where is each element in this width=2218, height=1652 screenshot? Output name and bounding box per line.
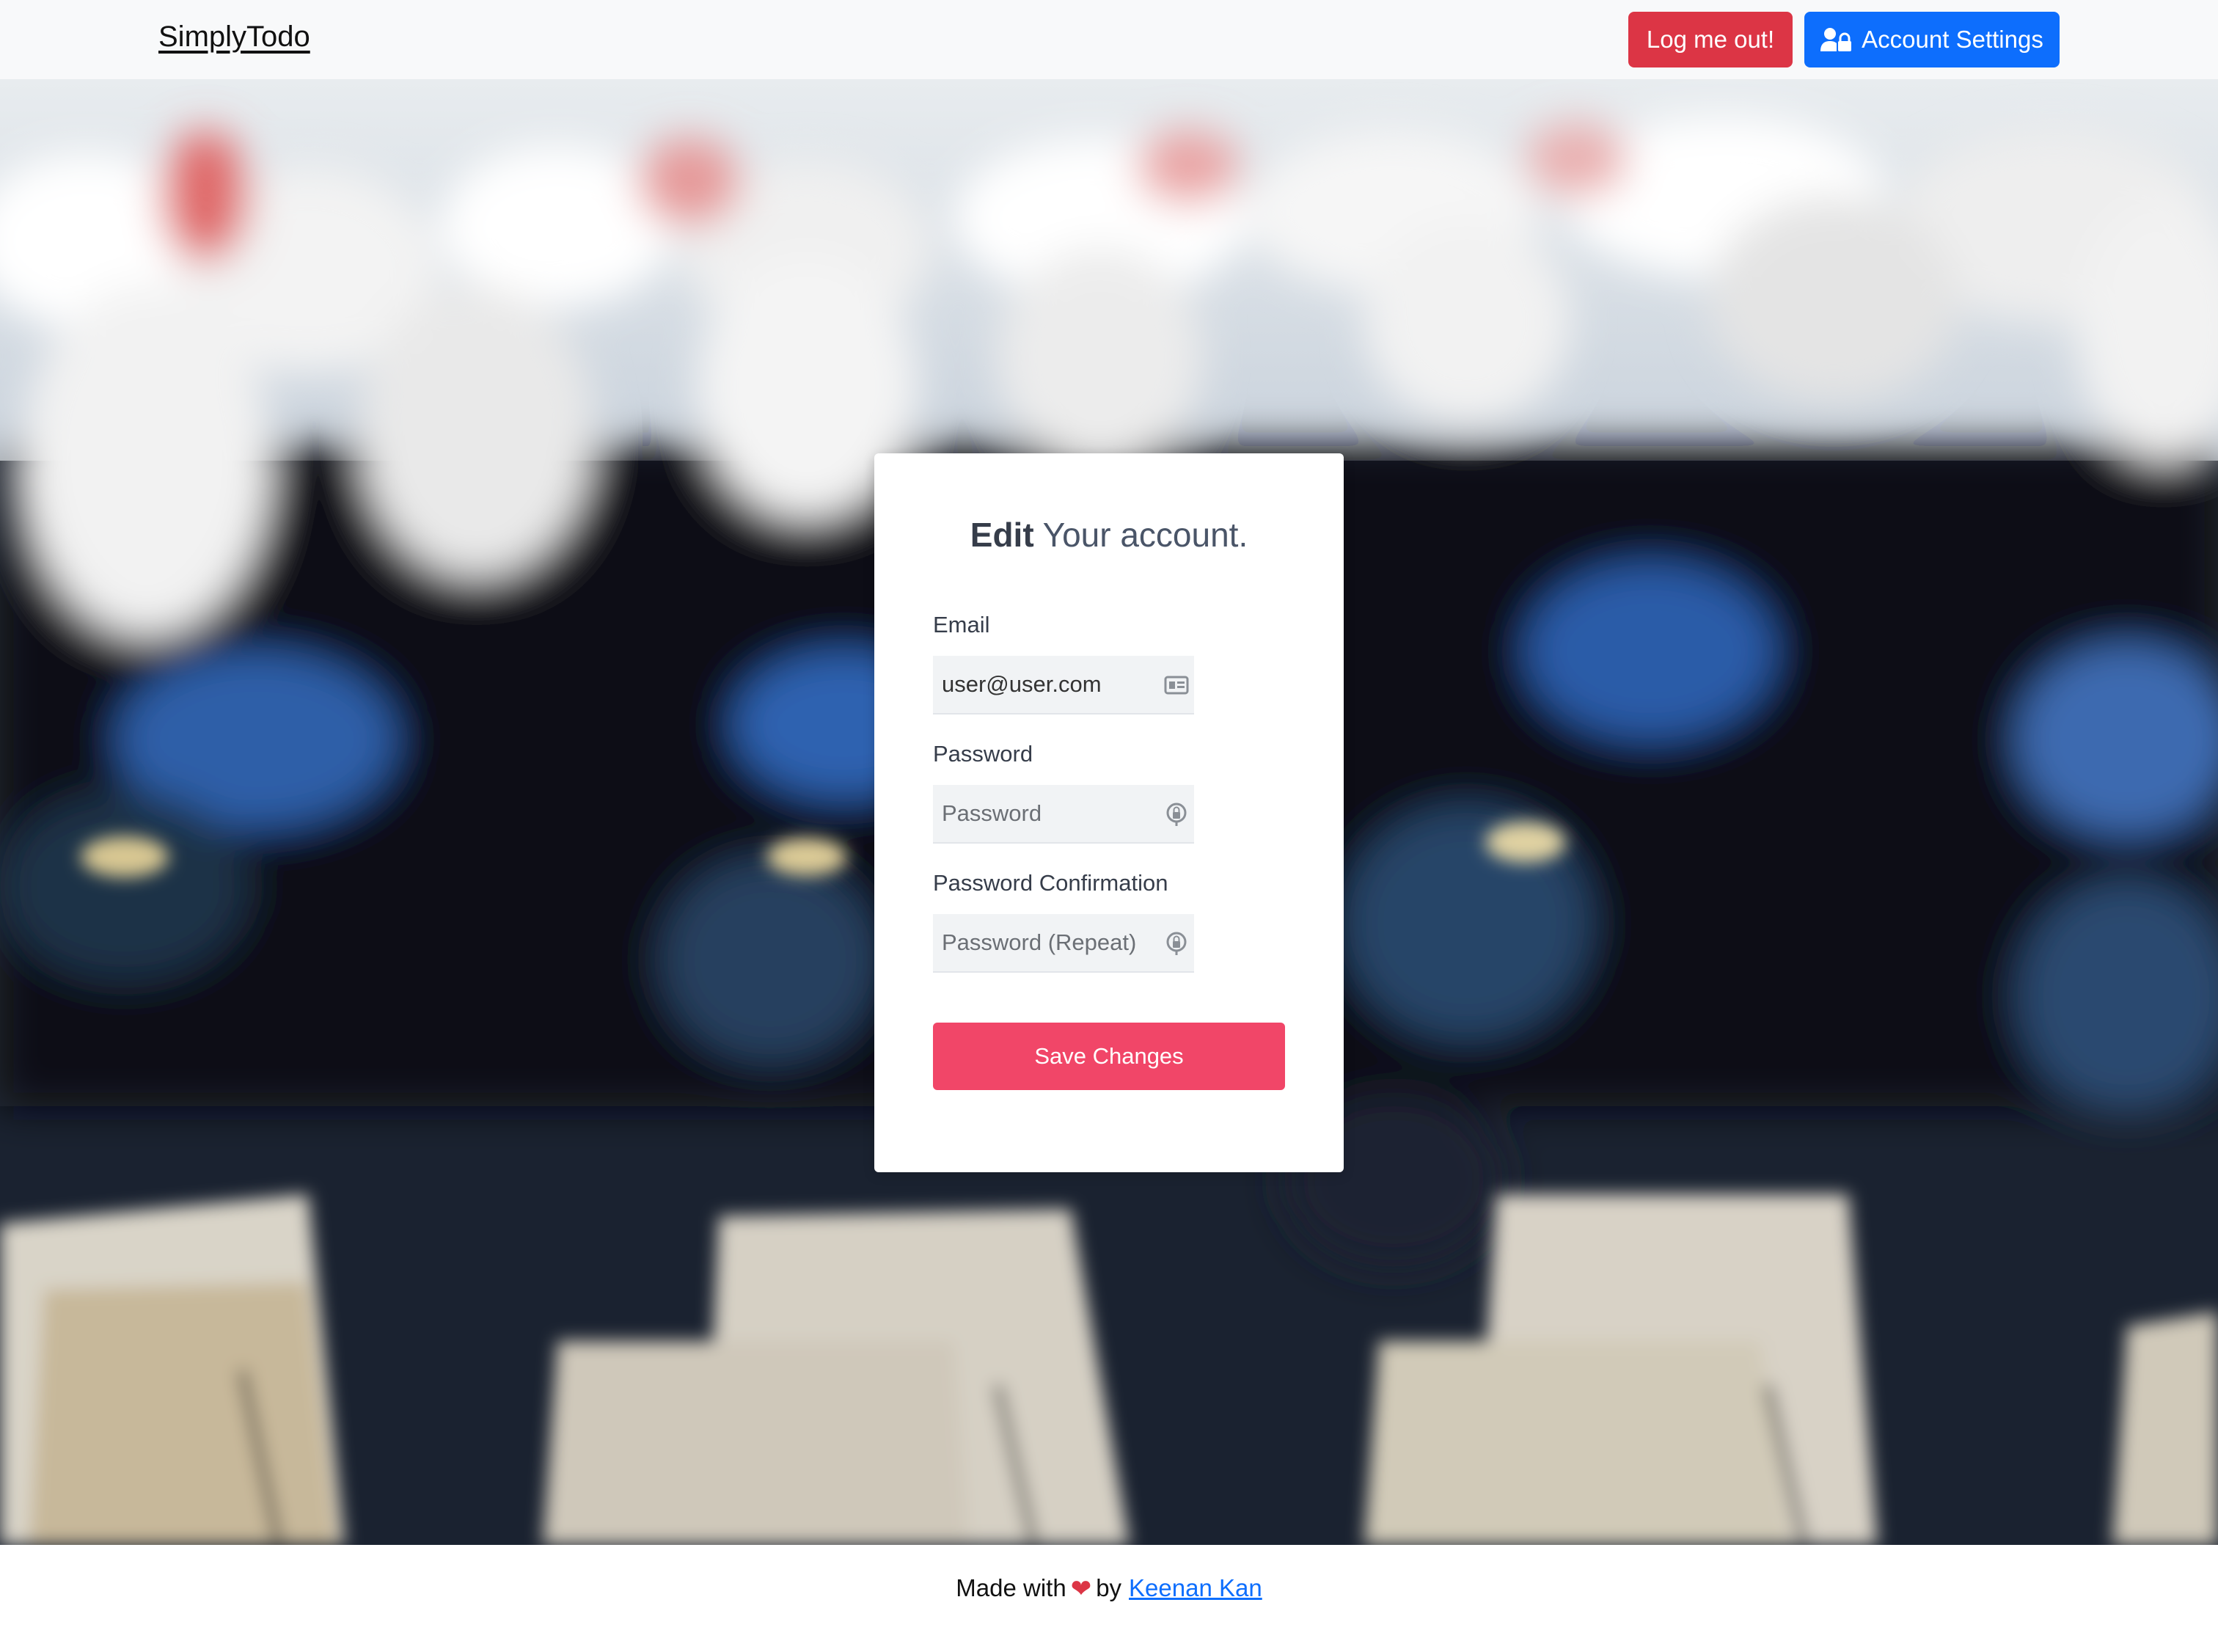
password-confirmation-label: Password Confirmation	[933, 870, 1168, 896]
card-title-rest: Your account.	[1042, 516, 1248, 554]
footer: Made with ❤ by Keenan Kan	[0, 1545, 2218, 1652]
password-confirmation-field[interactable]	[933, 915, 1153, 971]
email-field-wrapper	[933, 656, 1194, 714]
edit-account-card: Edit Your account. Email Password Passwo	[874, 453, 1344, 1172]
password-field[interactable]	[933, 786, 1153, 841]
navbar: SimplyTodo Log me out! Account Settings	[0, 0, 2218, 79]
card-title: Edit Your account.	[874, 515, 1344, 555]
card-title-bold: Edit	[970, 516, 1034, 554]
password-field-wrapper	[933, 785, 1194, 844]
author-link[interactable]: Keenan Kan	[1129, 1574, 1262, 1652]
password-confirmation-field-wrapper	[933, 914, 1194, 973]
lock-icon	[1166, 932, 1187, 955]
account-settings-button[interactable]: Account Settings	[1804, 12, 2060, 67]
account-settings-label: Account Settings	[1862, 26, 2043, 53]
email-label: Email	[933, 612, 990, 637]
logout-button[interactable]: Log me out!	[1628, 12, 1793, 67]
brand-link[interactable]: SimplyTodo	[158, 21, 310, 54]
lock-icon	[1166, 803, 1187, 826]
password-label: Password	[933, 741, 1033, 767]
save-changes-button[interactable]: Save Changes	[933, 1023, 1285, 1090]
user-lock-icon	[1820, 28, 1852, 51]
id-card-icon	[1164, 676, 1189, 695]
email-field[interactable]	[933, 657, 1153, 712]
footer-made-with: Made with	[956, 1574, 1066, 1601]
footer-by: by	[1096, 1574, 1122, 1601]
heart-icon: ❤	[1070, 1575, 1092, 1603]
hero-background: Edit Your account. Email Password Passwo	[0, 79, 2218, 1545]
